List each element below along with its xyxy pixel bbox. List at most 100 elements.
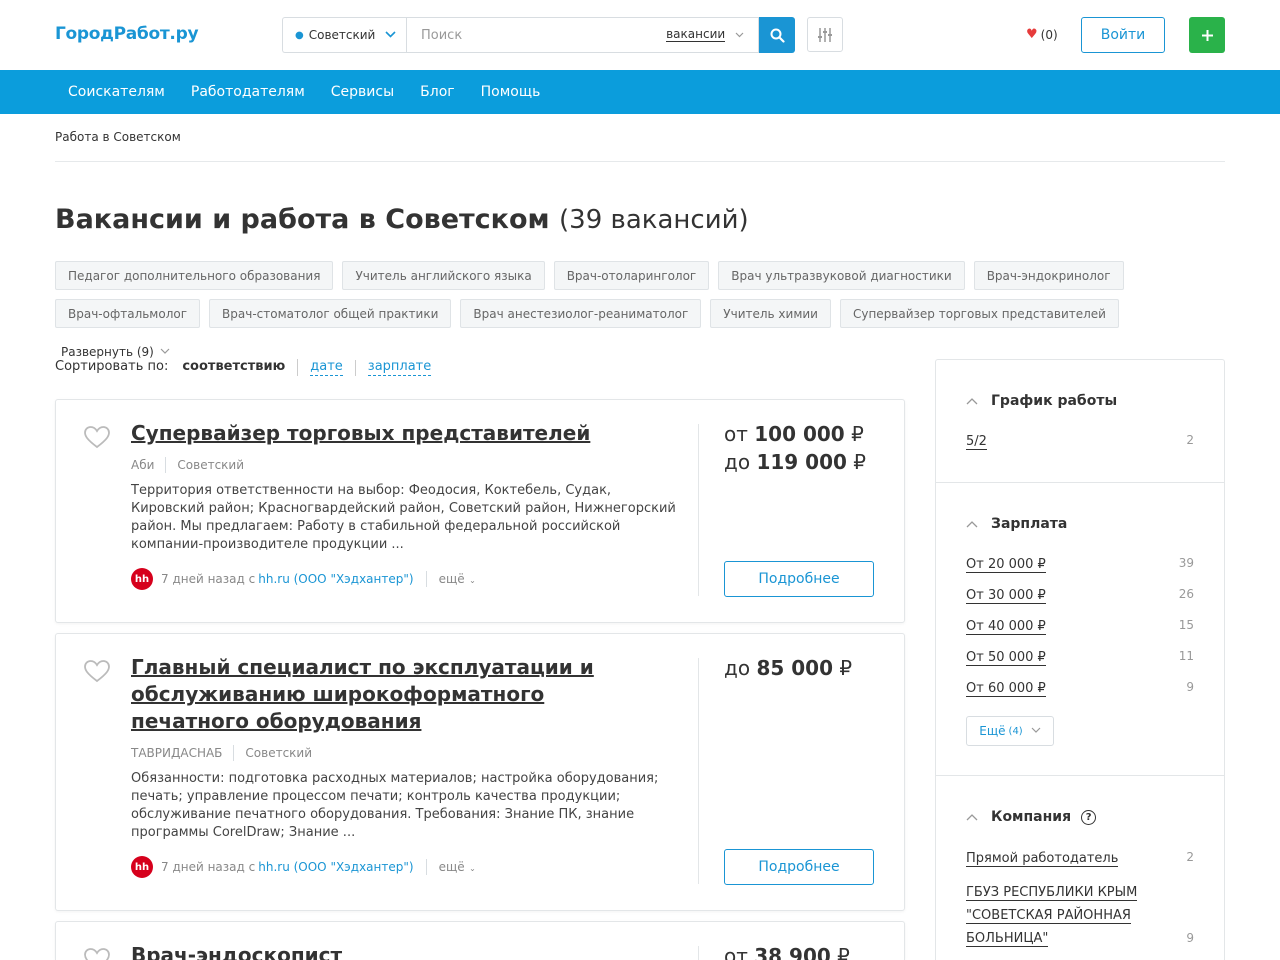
- breadcrumb[interactable]: Работа в Советском: [55, 130, 181, 144]
- help-icon[interactable]: ?: [1081, 809, 1097, 825]
- tag[interactable]: Супервайзер торговых представителей: [839, 299, 1119, 328]
- filter-option[interactable]: 5/2 2: [966, 433, 1194, 451]
- more-label: ещё: [438, 860, 465, 874]
- plus-icon: [1201, 29, 1213, 41]
- divider: [698, 424, 699, 596]
- sort-option-date[interactable]: дате: [310, 359, 343, 376]
- filter-header[interactable]: Зарплата: [966, 516, 1067, 532]
- chevron-down-icon: [1031, 726, 1041, 736]
- city-select[interactable]: ● Советский: [282, 17, 406, 53]
- vacancy-card: Главный специалист по эксплуатации и обс…: [55, 633, 905, 911]
- filter-option-label: От 30 000 ₽: [966, 588, 1046, 604]
- vacancy-card: Супервайзер торговых представителей Аби …: [55, 399, 905, 623]
- company-name[interactable]: Аби: [131, 458, 154, 472]
- vacancy-title-link[interactable]: Главный специалист по эксплуатации и обс…: [131, 654, 651, 735]
- currency-ruble: ₽: [839, 656, 853, 680]
- tag[interactable]: Врач ультразвуковой диагностики: [718, 261, 965, 290]
- filter-option-label: ГБУЗ РЕСПУБЛИКИ КРЫМ "СОВЕТСКАЯ РАЙОННАЯ…: [966, 885, 1138, 947]
- search-box: ● Советский вакансии: [282, 17, 795, 53]
- vacancy-count: (39 вакансий): [559, 205, 749, 235]
- filter-option[interactable]: От 20 000 ₽ 39: [966, 556, 1194, 574]
- nav-item-services[interactable]: Сервисы: [318, 70, 407, 114]
- tag[interactable]: Врач анестезиолог-реаниматолог: [460, 299, 702, 328]
- salary-to-value: 119 000: [756, 450, 847, 474]
- nav-item-help[interactable]: Помощь: [468, 70, 554, 114]
- filter-option[interactable]: От 60 000 ₽ 9: [966, 680, 1194, 698]
- filter-header[interactable]: Компания ?: [966, 809, 1097, 825]
- search-button[interactable]: [759, 17, 795, 53]
- vacancy-card: Врач-эндоскопист от 38 900 ₽: [55, 921, 905, 960]
- filter-section-schedule: График работы 5/2 2: [936, 360, 1224, 483]
- city-select-label: Советский: [308, 28, 376, 42]
- filter-option-count: 9: [1186, 931, 1194, 945]
- filter-title: График работы: [991, 393, 1118, 409]
- company-name[interactable]: ТАВРИДАСНАБ: [131, 746, 222, 760]
- details-button[interactable]: Подробнее: [724, 561, 874, 597]
- tag[interactable]: Педагог дополнительного образования: [55, 261, 334, 290]
- filter-option[interactable]: От 40 000 ₽ 15: [966, 618, 1194, 636]
- search-type-select[interactable]: вакансии: [666, 27, 744, 42]
- more-menu-button[interactable]: ещё ⌄: [439, 860, 476, 874]
- tag[interactable]: Врач-офтальмолог: [55, 299, 201, 328]
- divider: [165, 457, 167, 473]
- vacancy-meta: ТАВРИДАСНАБ Советский: [131, 745, 312, 761]
- chevron-down-icon: [385, 30, 396, 41]
- favorites-count: (0): [1040, 27, 1058, 42]
- filters-sidebar: График работы 5/2 2 Зарплата От 20 000 ₽…: [935, 359, 1225, 960]
- details-button[interactable]: Подробнее: [724, 849, 874, 885]
- add-vacancy-button[interactable]: [1189, 17, 1225, 53]
- divider: [425, 571, 427, 587]
- chevron-up-icon: [966, 811, 978, 824]
- vacancy-source: hh 7 дней назад с hh.ru (ООО "Хэдхантер"…: [131, 568, 476, 590]
- filter-option-count: 15: [1178, 618, 1194, 632]
- tag[interactable]: Врач-эндокринолог: [973, 261, 1124, 290]
- filter-option-count: 39: [1178, 556, 1194, 570]
- filter-option[interactable]: От 50 000 ₽ 11: [966, 649, 1194, 667]
- search-input[interactable]: [421, 27, 671, 43]
- vacancy-salary: от 100 000 ₽ до 119 000 ₽: [724, 420, 866, 476]
- divider: [233, 745, 235, 761]
- filter-option-count: 9: [1186, 680, 1194, 694]
- tag[interactable]: Врач-отоларинголог: [553, 261, 710, 290]
- sort-label: Сортировать по:: [55, 359, 169, 374]
- favorite-heart-icon[interactable]: [84, 948, 110, 960]
- source-link[interactable]: hh.ru (ООО "Хэдхантер"): [258, 860, 413, 874]
- filter-option[interactable]: ГБУЗ РЕСПУБЛИКИ КРЫМ "СОВЕТСКАЯ РАЙОННАЯ…: [966, 881, 1194, 950]
- chevron-down-icon: [160, 347, 170, 357]
- divider: [55, 161, 1225, 162]
- divider: [425, 859, 427, 875]
- divider: [698, 658, 699, 884]
- vacancy-salary: до 85 000 ₽: [724, 654, 852, 682]
- favorite-heart-icon[interactable]: [84, 660, 110, 687]
- favorite-heart-icon[interactable]: [84, 426, 110, 453]
- nav-item-seekers[interactable]: Соискателям: [55, 70, 178, 114]
- vacancy-title-link[interactable]: Врач-эндоскопист: [131, 942, 651, 960]
- search-icon: [770, 28, 785, 43]
- vacancy-source: hh 7 дней назад с hh.ru (ООО "Хэдхантер"…: [131, 856, 476, 878]
- more-menu-button[interactable]: ещё ⌄: [439, 572, 476, 586]
- sort-option-salary[interactable]: зарплате: [367, 359, 432, 376]
- sort-option-relevance[interactable]: соответствию: [182, 359, 299, 376]
- filter-header[interactable]: График работы: [966, 393, 1117, 409]
- source-link[interactable]: hh.ru (ООО "Хэдхантер"): [258, 572, 413, 586]
- logo[interactable]: ГородРабот.ру: [55, 24, 199, 44]
- filters-button[interactable]: [807, 17, 843, 52]
- vacancy-city: Советский: [245, 746, 313, 760]
- salary-from-label: от: [724, 944, 748, 960]
- filter-option-count: 2: [1186, 850, 1194, 864]
- nav-item-employers[interactable]: Работодателям: [178, 70, 318, 114]
- nav-item-blog[interactable]: Блог: [407, 70, 467, 114]
- source-time: 7 дней назад с: [161, 572, 256, 586]
- filter-option[interactable]: От 30 000 ₽ 26: [966, 587, 1194, 605]
- show-more-count: (4): [1008, 725, 1023, 737]
- tag[interactable]: Учитель английского языка: [342, 261, 545, 290]
- show-more-button[interactable]: Ещё (4): [966, 716, 1054, 746]
- tag[interactable]: Учитель химии: [710, 299, 831, 328]
- login-button[interactable]: Войти: [1081, 17, 1165, 53]
- filter-option[interactable]: Прямой работодатель 2: [966, 850, 1194, 868]
- source-time: 7 дней назад с: [161, 860, 256, 874]
- filter-option-label: Прямой работодатель: [966, 851, 1119, 867]
- vacancy-title-link[interactable]: Супервайзер торговых представителей: [131, 420, 651, 447]
- tag[interactable]: Врач-стоматолог общей практики: [209, 299, 452, 328]
- favorites-link[interactable]: ♥ (0): [1026, 27, 1058, 42]
